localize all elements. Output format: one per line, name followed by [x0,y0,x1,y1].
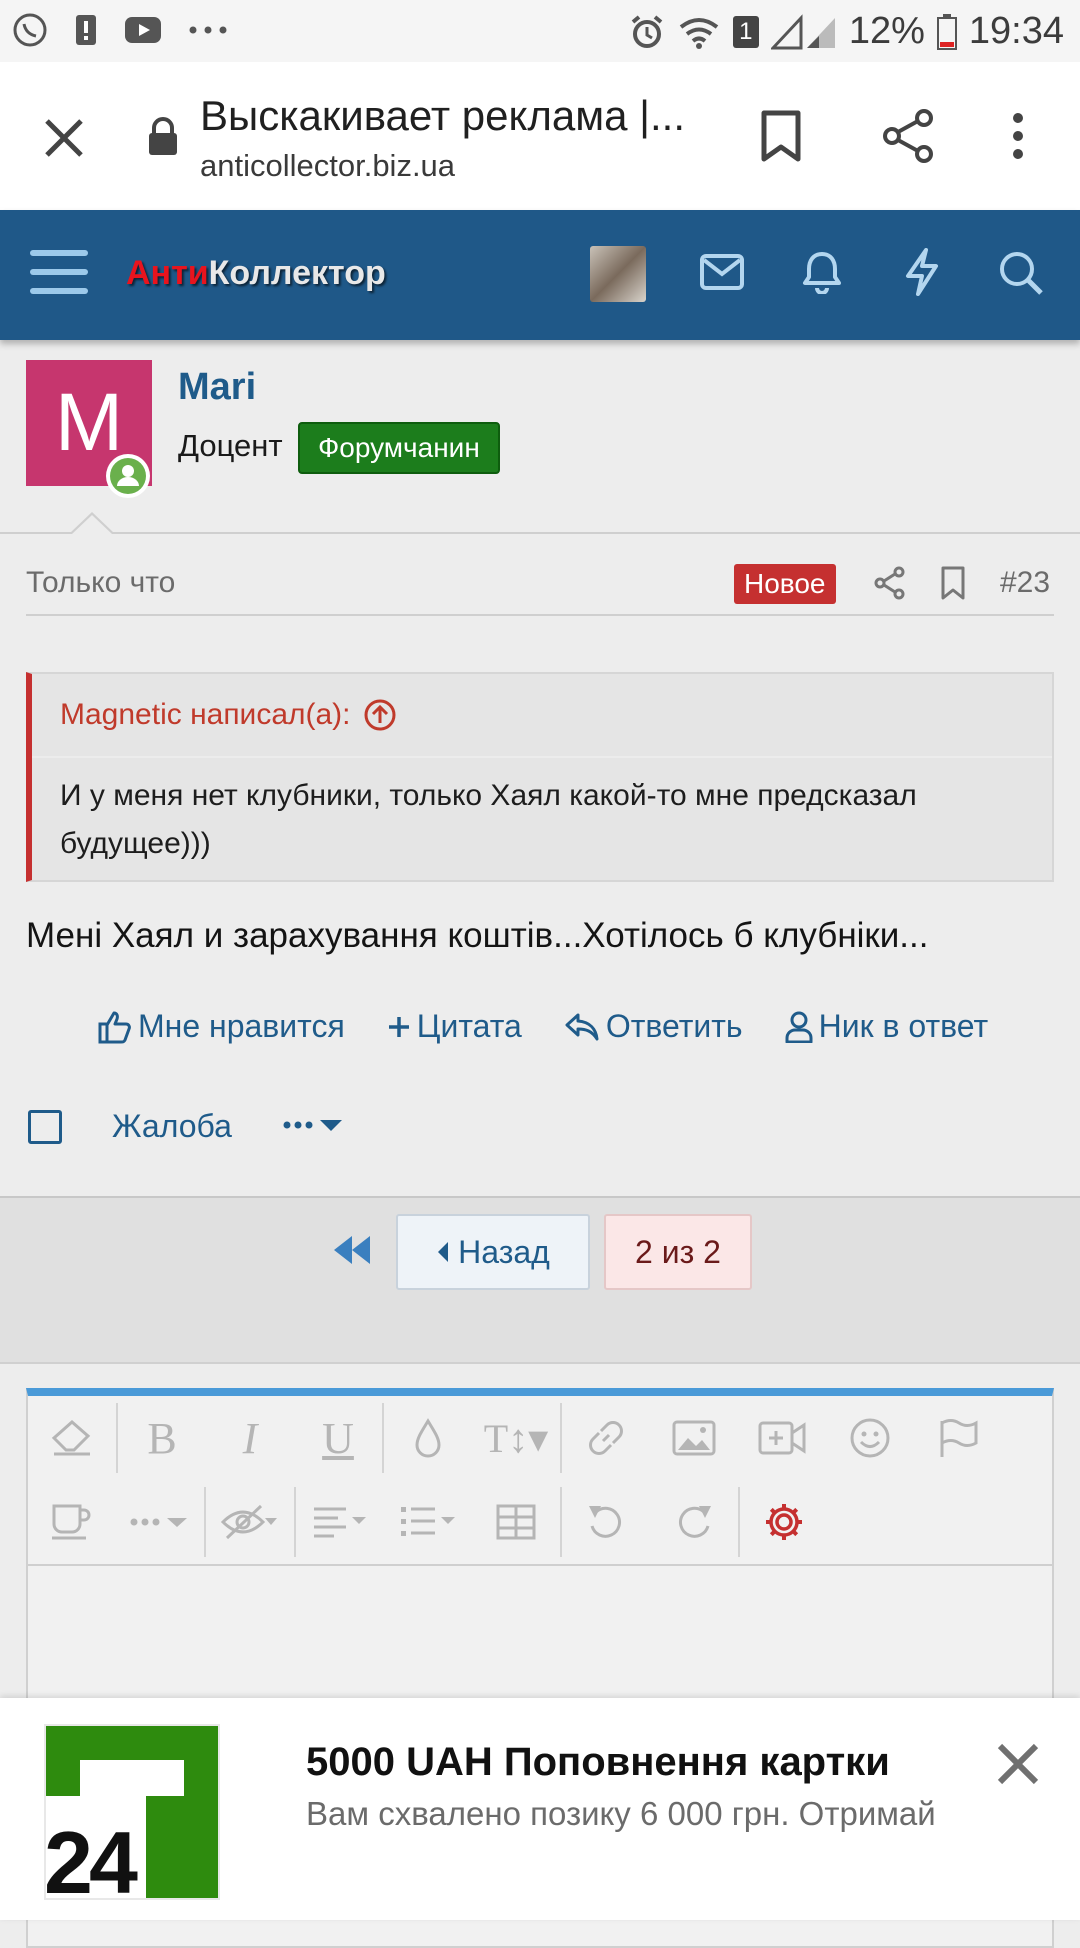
like-button[interactable]: Мне нравится [98,1008,345,1045]
cup-icon[interactable] [28,1480,116,1564]
author-name[interactable]: Mari [178,366,256,409]
clear-format-icon[interactable] [28,1396,116,1480]
list-icon[interactable] [384,1480,472,1564]
plus-icon [387,1015,411,1039]
quote-jump-icon[interactable] [363,698,397,732]
ad-title[interactable]: 5000 UAH Поповнення картки [306,1740,890,1785]
mail-icon[interactable] [700,254,744,290]
align-icon[interactable] [296,1480,384,1564]
signal-icon [770,13,837,50]
youtube-icon [124,16,162,44]
user-avatar[interactable] [590,246,646,302]
lock-icon [146,116,180,156]
first-page-icon[interactable] [332,1234,372,1266]
page-indicator[interactable]: 2 из 2 [604,1214,752,1290]
page-title[interactable]: Выскакивает реклама |... [200,92,685,140]
overflow-menu-icon[interactable] [1010,112,1026,160]
post-number[interactable]: #23 [1000,566,1050,600]
online-status-icon [106,454,150,498]
quote-separator [32,756,1052,758]
ad-close-icon[interactable] [996,1742,1040,1786]
media-icon[interactable] [738,1396,826,1480]
status-right: 1 12% 19:34 [629,10,1064,53]
clock-time: 19:34 [968,10,1064,52]
share-icon[interactable] [882,108,934,164]
close-icon[interactable] [44,118,84,158]
post-share-icon[interactable] [874,566,906,600]
reply-button[interactable]: Ответить [564,1008,743,1045]
font-size-icon[interactable]: T↕▾ [472,1396,560,1480]
alarm-icon [629,14,665,50]
ad-logo-text: 24 [44,1813,138,1912]
user-icon [785,1011,813,1043]
user-group-badge: Форумчанин [298,422,500,474]
flag-icon[interactable] [914,1396,1002,1480]
text-color-icon[interactable] [384,1396,472,1480]
back-button[interactable]: Назад [396,1214,590,1290]
status-left-icons [12,12,228,48]
battery-percent: 12% [848,10,925,52]
post-message: Мені Хаял и зарахування коштів...Хотілос… [26,916,929,955]
smiley-icon[interactable] [826,1396,914,1480]
nick-reply-button[interactable]: Ник в ответ [785,1008,988,1045]
caret-left-icon [436,1240,450,1264]
url-domain[interactable]: anticollector.biz.ua [200,148,455,184]
spoiler-hide-icon[interactable] [206,1480,294,1564]
alert-icon [74,13,98,47]
post-bookmark-icon[interactable] [940,566,966,600]
settings-gear-icon[interactable] [740,1480,828,1564]
italic-icon[interactable]: I [206,1396,294,1480]
post-time[interactable]: Только что [26,566,175,600]
bell-icon[interactable] [802,250,842,294]
more-dots-icon [188,25,228,35]
author-pointer-inner [72,515,112,534]
new-badge: Новое [734,564,836,604]
reply-icon [564,1012,600,1042]
underline-icon[interactable]: U [294,1396,382,1480]
select-post-checkbox[interactable] [28,1110,62,1144]
site-logo[interactable]: АнтиКоллектор [126,254,386,293]
report-link[interactable]: Жалоба [112,1108,232,1145]
editor-toolbar-row-1: B I U T↕▾ [28,1396,1052,1480]
redo-icon[interactable] [650,1480,738,1564]
ad-description[interactable]: Вам схвалено позику 6 000 грн. Отримай [306,1792,946,1836]
quote-author[interactable]: Magnetic написал(а): [60,698,397,732]
sim-badge: 1 [732,15,759,48]
lightning-icon[interactable] [904,248,940,296]
post-header-divider [0,532,1080,534]
undo-icon[interactable] [562,1480,650,1564]
more-tools-icon[interactable] [116,1480,204,1564]
image-icon[interactable] [650,1396,738,1480]
battery-icon [936,13,957,50]
quote-text: И у меня нет клубники, только Хаял какой… [60,779,917,860]
hamburger-menu-icon[interactable] [30,248,88,296]
thumbs-up-icon [98,1010,132,1044]
more-options-dropdown-icon[interactable] [282,1116,344,1136]
link-icon[interactable] [562,1396,650,1480]
bookmark-icon[interactable] [760,110,802,162]
editor-text-area[interactable] [28,1566,1052,1698]
editor-toolbar-row-2 [28,1480,1052,1564]
quote-button[interactable]: Цитата [387,1008,522,1045]
bold-icon[interactable]: B [118,1396,206,1480]
search-icon[interactable] [998,250,1044,296]
viber-icon [12,12,48,48]
wifi-icon [677,15,721,49]
post-meta-divider [26,614,1054,616]
author-rank: Доцент [178,428,283,463]
table-icon[interactable] [472,1480,560,1564]
post-actions: Мне нравится Цитата Ответить Ник в ответ [98,1008,988,1045]
